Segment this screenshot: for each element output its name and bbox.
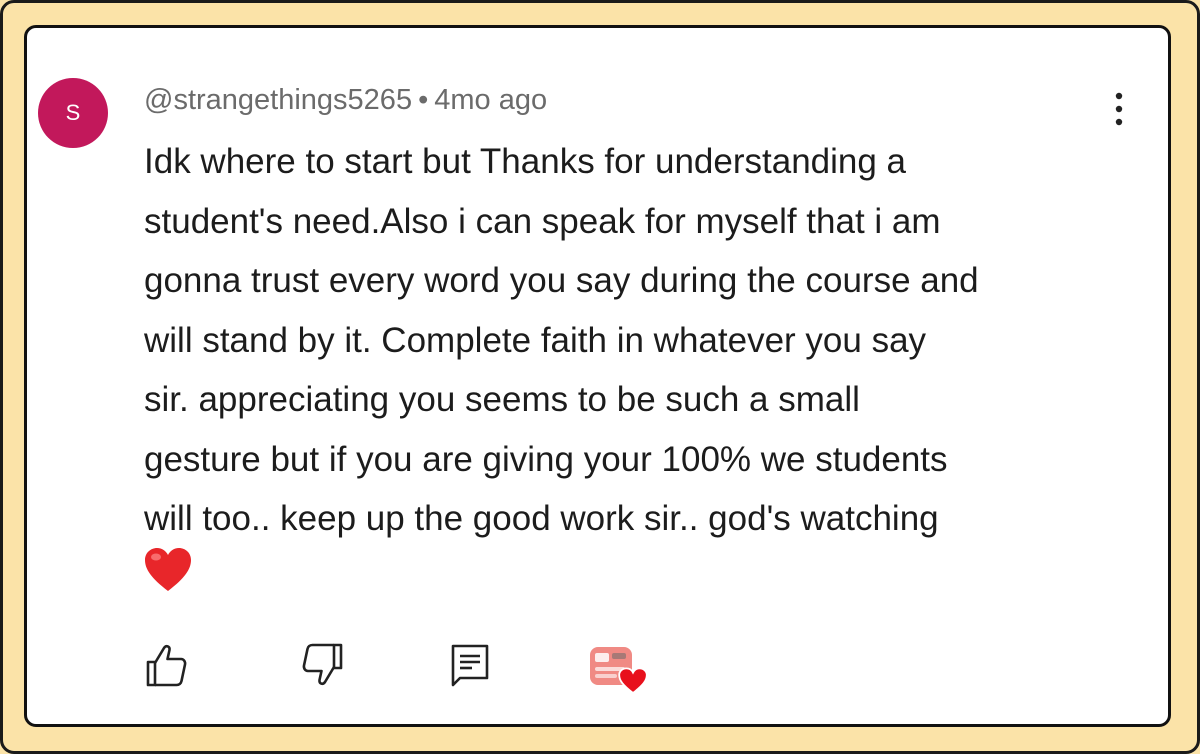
comment-line: sir. appreciating you seems to be such a… [144, 380, 860, 419]
reply-comment-icon [451, 644, 489, 687]
comment-timestamp[interactable]: 4mo ago [434, 84, 547, 116]
comment-meta: @strangethings5265 • 4mo ago [144, 80, 547, 120]
like-button[interactable] [140, 640, 190, 690]
comment-line: gesture but if you are giving your 100% … [144, 439, 948, 479]
thumbs-down-icon [302, 643, 343, 686]
comment-line: will stand by it. Complete faith in what… [144, 320, 927, 360]
red-heart-emoji [145, 548, 191, 591]
avatar[interactable]: S [38, 78, 108, 148]
more-options-button[interactable] [1104, 88, 1134, 132]
comment-line: Idk where to start but Thanks for unders… [144, 142, 907, 181]
more-vert-icon [1115, 92, 1123, 126]
creator-heart-badge [588, 645, 650, 697]
comment-text: Idk where to start but Thanks for unders… [144, 132, 1134, 549]
comment-line: student's need.Also i can speak for myse… [144, 201, 941, 241]
thumbs-up-icon [146, 644, 187, 687]
meta-separator: • [418, 84, 429, 116]
heart-icon [618, 667, 648, 695]
reply-button[interactable] [446, 640, 496, 690]
comment-line: will too.. keep up the good work sir.. g… [144, 499, 939, 538]
dislike-button[interactable] [299, 640, 349, 690]
comment-line: gonna trust every word you say during th… [144, 261, 979, 300]
author-handle[interactable]: @strangethings5265 [144, 84, 412, 116]
avatar-letter: S [65, 100, 81, 125]
